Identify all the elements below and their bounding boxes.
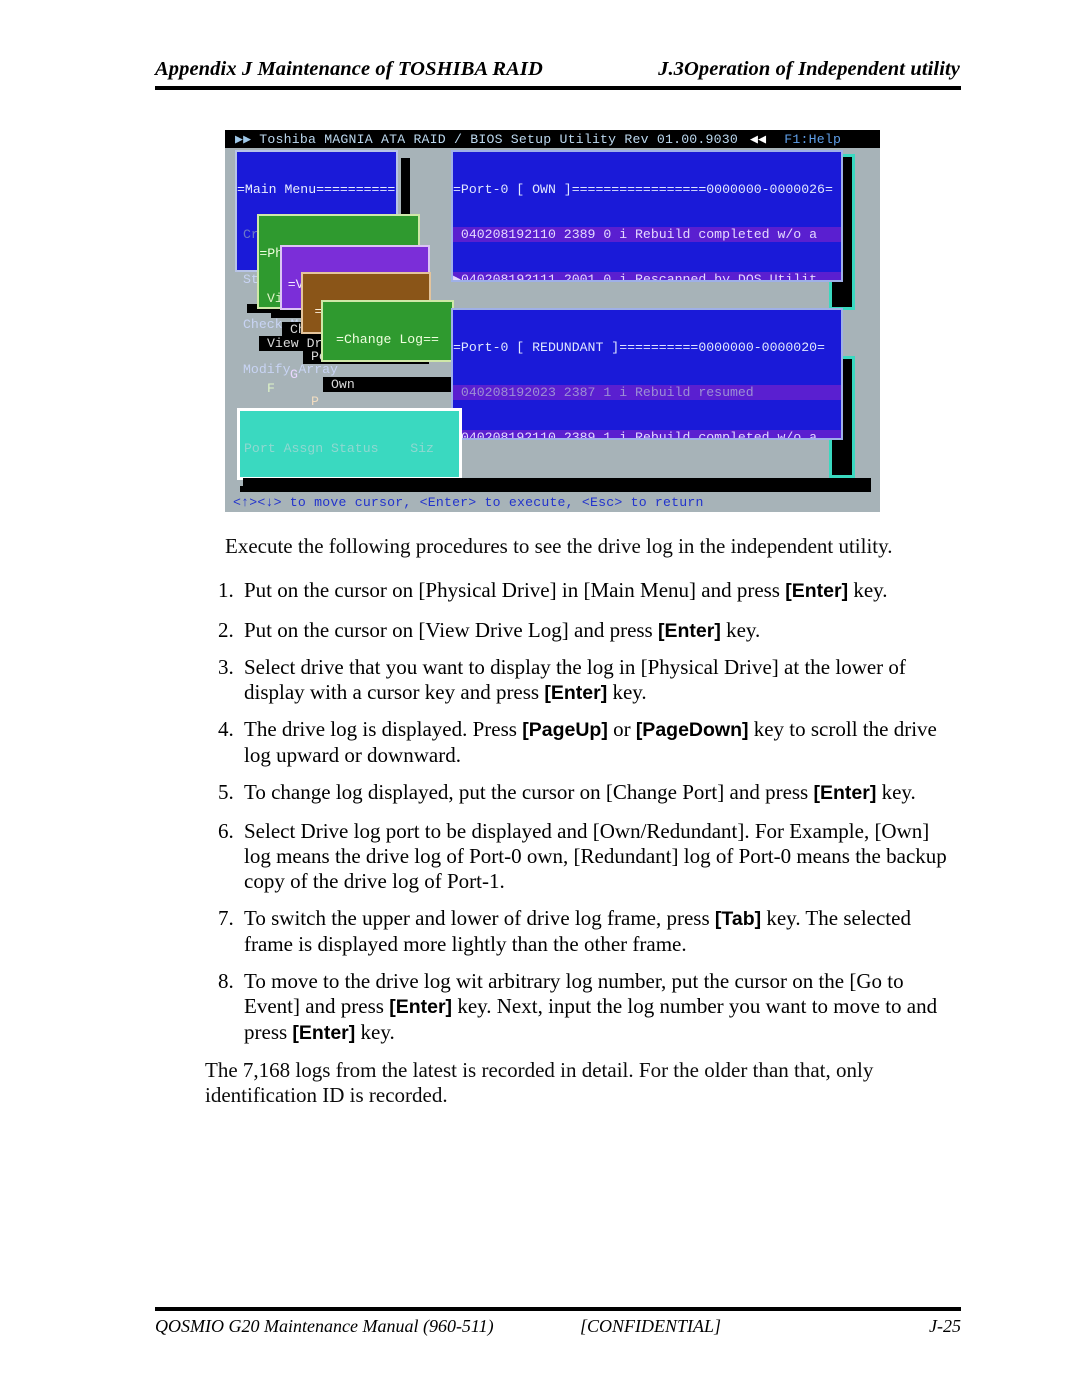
f1-help-hint[interactable]: F1:Help <box>784 132 841 147</box>
list-item-number: 2. <box>218 618 234 642</box>
list-item-number: 4. <box>218 717 234 741</box>
drive-table-header: Port Assgn Status Siz <box>244 441 434 456</box>
footer-manual-name: QOSMIO G20 Maintenance Manual (960-511) <box>155 1316 494 1336</box>
page-footer: QOSMIO G20 Maintenance Manual (960-511) … <box>155 1316 961 1337</box>
drive-log-own-title: =Port-0 [ OWN ]=================0000000-… <box>453 182 833 197</box>
change-log-item-own[interactable]: Own <box>323 377 452 392</box>
list-item: 6. Select Drive log port to be displayed… <box>218 819 951 894</box>
drive-log-redundant-title: =Port-0 [ REDUNDANT ]==========0000000-0… <box>453 340 825 355</box>
list-item-text: The drive log is displayed. Press [PageU… <box>244 717 937 767</box>
change-log-submenu-title: =Change Log== <box>336 332 439 347</box>
list-item: 7. To switch the upper and lower of driv… <box>218 906 951 957</box>
drive-log-entry[interactable]: 040208192110 2389 0 i Rebuild completed … <box>453 227 841 242</box>
list-item-number: 5. <box>218 780 234 804</box>
list-item-text: To switch the upper and lower of drive l… <box>244 906 911 956</box>
list-item-number: 7. <box>218 906 234 930</box>
change-log-submenu-panel: =Change Log== Own Redundant <box>321 300 454 437</box>
header-divider <box>155 86 961 90</box>
drive-log-entry-selected[interactable]: ▶040208192110 2389 1 i Rebuild completed… <box>453 430 841 438</box>
list-item: 1. Put on the cursor on [Physical Drive]… <box>218 578 948 604</box>
list-item: 2. Put on the cursor on [View Drive Log]… <box>218 618 948 644</box>
footer-confidential-mark: [CONFIDENTIAL] <box>580 1316 722 1336</box>
drive-log-entry[interactable]: 040208192023 2387 1 i Rebuild resumed <box>453 385 841 400</box>
drive-log-panel-own[interactable]: =Port-0 [ OWN ]=================0000000-… <box>451 150 843 282</box>
list-item: 4. The drive log is displayed. Press [Pa… <box>218 717 948 768</box>
scroll-right-arrows-icon: ◀◀ <box>750 131 767 147</box>
list-item-text: Select Drive log port to be displayed an… <box>244 819 947 893</box>
list-item-number: 1. <box>218 578 234 602</box>
list-item-text: Put on the cursor on [Physical Drive] in… <box>244 578 888 602</box>
list-item-text: Select drive that you want to display th… <box>244 655 906 704</box>
main-menu-title: =Main Menu============= <box>237 182 396 197</box>
list-item-number: 8. <box>218 969 234 993</box>
list-item: 8. To move to the drive log wit arbitrar… <box>218 969 942 1046</box>
footer-page-number: J-25 <box>929 1316 961 1336</box>
drive-log-entry-selected[interactable]: ▶040208192111 2001 0 i Rescanned by DOS … <box>453 272 841 280</box>
header-right-title: J.3Operation of Independent utility <box>658 58 960 80</box>
intro-paragraph: Execute the following procedures to see … <box>225 534 893 558</box>
list-item-number: 6. <box>218 819 234 843</box>
list-item-number: 3. <box>218 655 234 679</box>
list-item-text: Put on the cursor on [View Drive Log] an… <box>244 618 761 642</box>
footer-divider <box>155 1307 961 1311</box>
bios-title-text: Toshiba MAGNIA ATA RAID / BIOS Setup Uti… <box>259 131 738 147</box>
list-item-text: To move to the drive log wit arbitrary l… <box>244 969 938 1044</box>
status-bar-backdrop <box>243 478 871 492</box>
drive-log-panel-redundant[interactable]: =Port-0 [ REDUNDANT ]==========0000000-0… <box>451 308 843 440</box>
bios-title-bar: ▶▶ Toshiba MAGNIA ATA RAID / BIOS Setup … <box>225 130 880 148</box>
list-item: 5. To change log displayed, put the curs… <box>218 780 958 806</box>
list-item-text: To change log displayed, put the cursor … <box>244 780 916 804</box>
page-header: Appendix J Maintenance of TOSHIBA RAID J… <box>155 58 960 81</box>
bios-status-bar: <↑><↓> to move cursor, <Enter> to execut… <box>225 492 880 512</box>
physical-drive-table-panel: Port Assgn Status Siz 0 LD0-0 ONLINE 120… <box>237 408 462 502</box>
bios-setup-utility-screenshot: ▶▶ Toshiba MAGNIA ATA RAID / BIOS Setup … <box>225 130 880 512</box>
header-left-title: Appendix J Maintenance of TOSHIBA RAID <box>155 58 543 80</box>
closing-paragraph: The 7,168 logs from the latest is record… <box>205 1058 874 1107</box>
scroll-left-arrows-icon: ▶▶ <box>235 131 252 147</box>
list-item: 3. Select drive that you want to display… <box>218 655 946 706</box>
